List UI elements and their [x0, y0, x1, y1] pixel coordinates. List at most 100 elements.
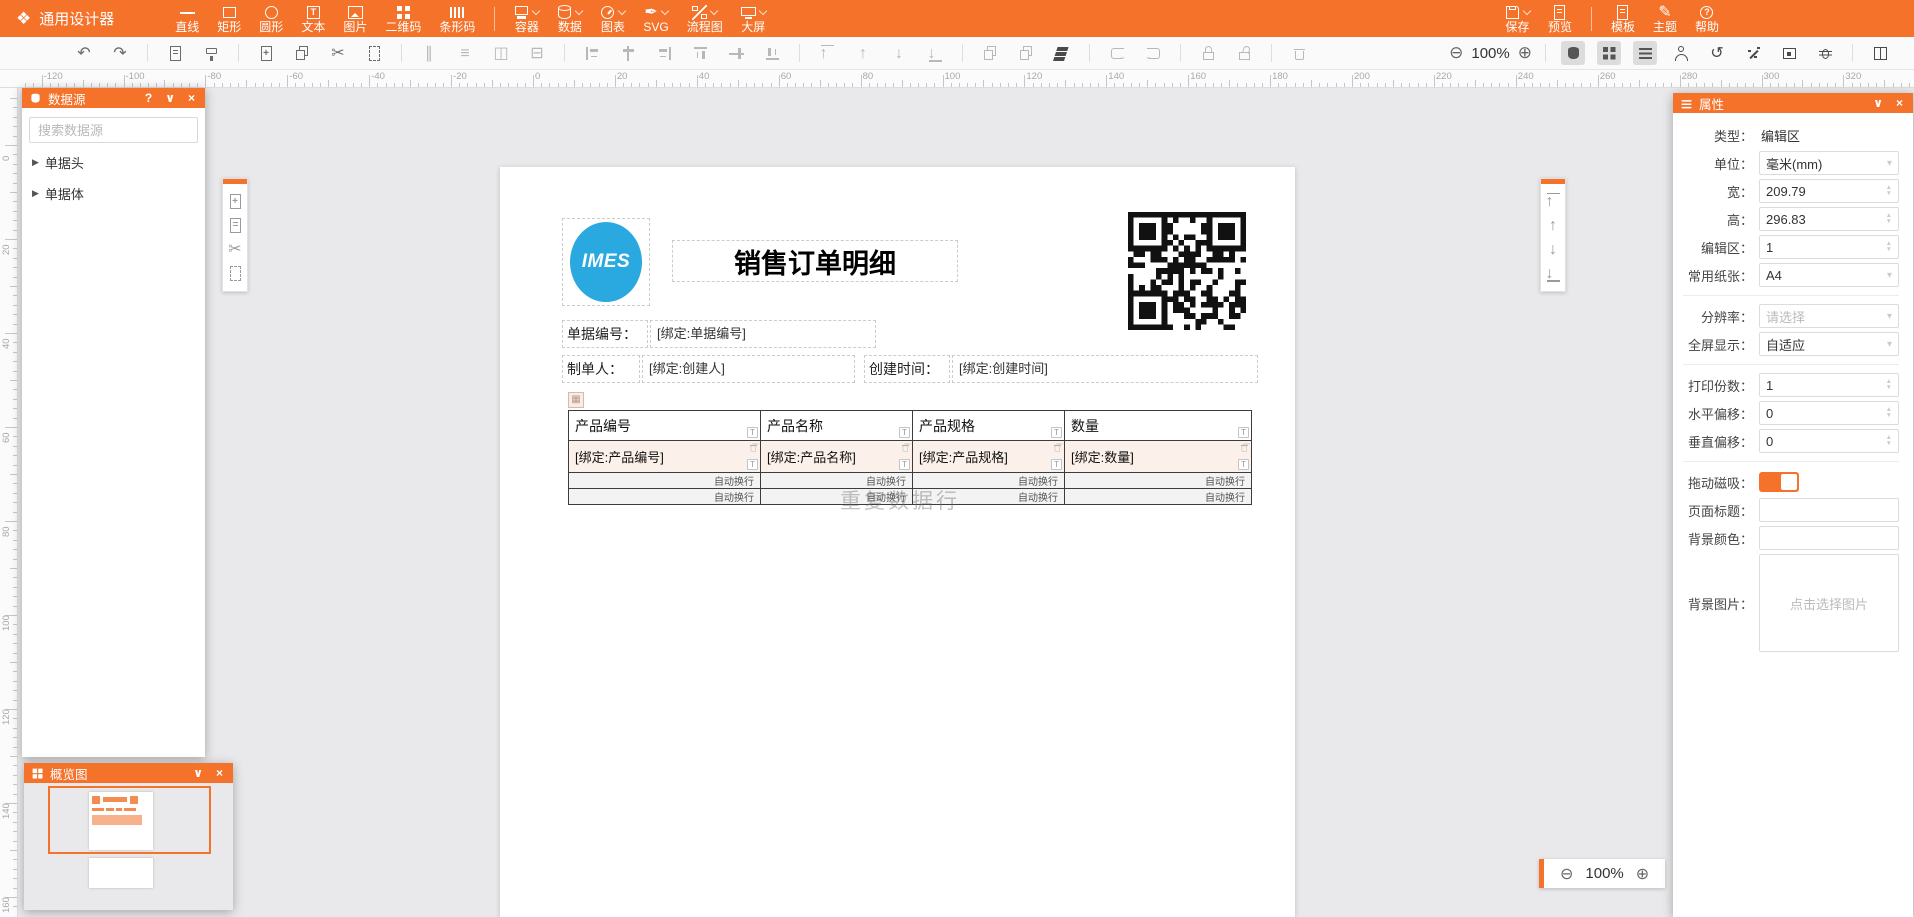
clone-format-button[interactable] [1014, 41, 1038, 65]
dropdown-caret-icon[interactable]: ▾ [1887, 158, 1892, 169]
overview-panel-header[interactable]: 概览图 ∨ × [24, 763, 233, 783]
table-cell[interactable]: [绑定:产品名称]T [760, 440, 912, 472]
minimap-viewport[interactable] [48, 786, 211, 854]
flowchart-caret-icon[interactable] [710, 6, 718, 14]
delete-cell-icon[interactable] [901, 443, 910, 452]
tool-help[interactable]: 帮助 [1686, 0, 1728, 37]
offset-x-input[interactable]: 0▲▼ [1759, 401, 1899, 425]
unlock-button[interactable] [1232, 41, 1256, 65]
tool-save[interactable]: 保存 [1496, 0, 1539, 37]
creator-label[interactable]: 制单人： [562, 355, 640, 383]
group-button[interactable] [1141, 41, 1165, 65]
container-caret-icon[interactable] [532, 6, 540, 14]
table-cell[interactable]: 自动换行 [568, 488, 760, 504]
split-horizontal-button[interactable]: ◫ [489, 41, 513, 65]
table-cell[interactable]: [绑定:产品编号]T [568, 440, 760, 472]
split-vertical-button[interactable]: ⊟ [525, 41, 549, 65]
tool-line[interactable]: 直线 [166, 0, 208, 37]
design-page[interactable]: IMES 销售订单明细 单据编号： [绑定:单据编号] 制单人： [绑定:创建人… [500, 167, 1295, 917]
text-style-badge[interactable]: T [1051, 427, 1062, 438]
chart-caret-icon[interactable] [618, 6, 626, 14]
copy-page-button[interactable] [225, 215, 245, 235]
drag-snap-toggle[interactable] [1759, 472, 1799, 492]
zoom-in-button[interactable]: ⊕ [1514, 43, 1536, 63]
format-brush-button[interactable] [199, 41, 223, 65]
paper-select[interactable]: A4▾ [1759, 263, 1899, 287]
panel-datasource-toggle-button[interactable] [1561, 41, 1585, 65]
bg-image-picker[interactable]: 点击选择图片 [1759, 554, 1899, 652]
tool-circle[interactable]: 圆形 [250, 0, 292, 37]
table-cell[interactable]: 数量T [1064, 410, 1251, 440]
table-cell[interactable]: 自动换行 [1064, 472, 1251, 488]
text-style-badge[interactable]: T [1238, 459, 1249, 470]
bring-forward-button[interactable]: ↑ [1543, 215, 1563, 235]
bring-to-front-button[interactable]: ↑ [1543, 191, 1563, 211]
new-page-button[interactable] [163, 41, 187, 65]
edit-area-input[interactable]: 1▲▼ [1759, 235, 1899, 259]
expand-caret-icon[interactable]: ▶ [32, 157, 39, 168]
panel-overview-toggle-button[interactable] [1597, 41, 1621, 65]
tree-item-单据头[interactable]: ▶单据头 [22, 147, 205, 178]
print-copies-spinner[interactable]: ▲▼ [1886, 379, 1892, 391]
tool-qrcode[interactable]: 二维码 [376, 0, 430, 37]
tool-svg[interactable]: ✒SVG [634, 0, 677, 37]
page-title-input[interactable] [1759, 498, 1899, 522]
tool-image[interactable]: 图片 [334, 0, 376, 37]
creator-bind-field[interactable]: [绑定:创建人] [642, 355, 855, 383]
lock-button[interactable] [1196, 41, 1220, 65]
delete-cell-icon[interactable] [1053, 443, 1062, 452]
order-no-bind-field[interactable]: [绑定:单据编号] [650, 320, 876, 348]
width-input[interactable]: 209.79▲▼ [1759, 179, 1899, 203]
tool-preview[interactable]: 预览 [1539, 0, 1581, 37]
delete-button[interactable] [1287, 41, 1311, 65]
datasource-panel-header[interactable]: 数据源 ? ∨ × [22, 88, 205, 108]
svg-caret-icon[interactable] [661, 6, 669, 14]
collapse-icon[interactable]: ∨ [1869, 93, 1887, 113]
tool-chart[interactable]: 图表 [591, 0, 634, 37]
edit-area-spinner[interactable]: ▲▼ [1886, 241, 1892, 253]
qrcode-element[interactable] [1128, 212, 1246, 330]
table-settings-icon[interactable]: ▦ [568, 392, 584, 408]
table-cell[interactable]: 产品编号T [568, 410, 760, 440]
offset-x-spinner[interactable]: ▲▼ [1886, 407, 1892, 419]
resolution-select[interactable]: 请选择▾ [1759, 304, 1899, 328]
delete-cell-icon[interactable] [749, 443, 758, 452]
close-icon[interactable]: × [1892, 93, 1907, 113]
bring-forward-button[interactable]: ↑ [851, 41, 875, 65]
tool-bigscreen[interactable]: 大屏 [732, 0, 775, 37]
tool-container[interactable]: 容器 [505, 0, 548, 37]
debug-button[interactable] [1813, 41, 1837, 65]
unit-select[interactable]: 毫米(mm)▾ [1759, 151, 1899, 175]
align-top-button[interactable] [688, 41, 712, 65]
ungroup-button[interactable] [1105, 41, 1129, 65]
equal-height-button[interactable]: ≡ [453, 41, 477, 65]
canvas-zoom-out-button[interactable]: ⊖ [1556, 864, 1577, 884]
text-style-badge[interactable]: T [747, 459, 758, 470]
created-time-bind-field[interactable]: [绑定:创建时间] [952, 355, 1258, 383]
send-backward-button[interactable]: ↓ [887, 41, 911, 65]
text-style-badge[interactable]: T [1238, 427, 1249, 438]
send-backward-button[interactable]: ↓ [1543, 239, 1563, 259]
history-button[interactable]: ↺ [1705, 41, 1729, 65]
cut-button[interactable]: ✂ [225, 239, 245, 259]
order-no-label[interactable]: 单据编号： [562, 320, 648, 348]
drag-handle[interactable] [223, 179, 247, 184]
table-cell[interactable]: [绑定:数量]T [1064, 440, 1251, 472]
align-center-button[interactable] [616, 41, 640, 65]
datasource-search-input[interactable] [29, 117, 198, 143]
bg-color-input[interactable] [1759, 526, 1899, 550]
dropdown-caret-icon[interactable]: ▾ [1887, 270, 1892, 281]
cut-button[interactable]: ✂ [326, 41, 350, 65]
text-style-badge[interactable]: T [899, 459, 910, 470]
tool-template[interactable]: 模板 [1602, 0, 1644, 37]
magic-button[interactable] [1741, 41, 1765, 65]
fullscreen-select[interactable]: 自适应▾ [1759, 332, 1899, 356]
table-cell[interactable]: [绑定:产品规格]T [912, 440, 1064, 472]
align-bottom-button[interactable] [760, 41, 784, 65]
height-input[interactable]: 296.83▲▼ [1759, 207, 1899, 231]
paste-button[interactable] [225, 263, 245, 283]
send-to-back-button[interactable]: ↓ [1543, 263, 1563, 283]
tool-theme[interactable]: ✎主题 [1644, 0, 1686, 37]
add-page-button[interactable] [254, 41, 278, 65]
tool-flowchart[interactable]: 流程图 [678, 0, 732, 37]
